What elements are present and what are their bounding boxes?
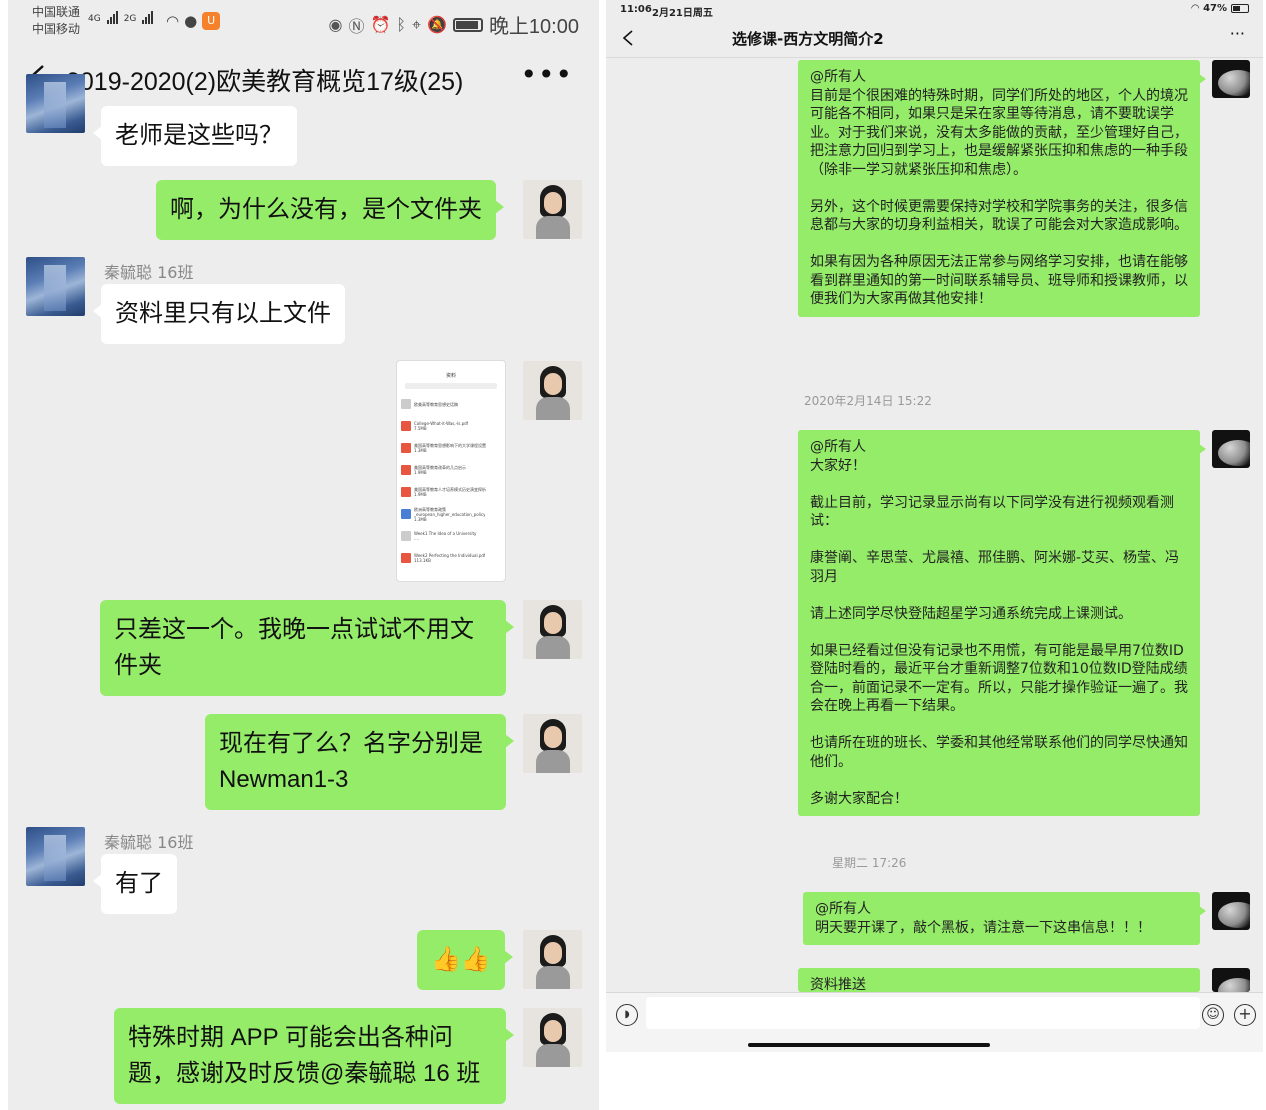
battery-icon <box>1231 4 1249 13</box>
net-type-1: 4G <box>88 14 101 24</box>
avatar[interactable] <box>26 257 85 316</box>
signal-icon: 4G 2G <box>88 10 154 24</box>
location-icon: ⌖ <box>412 14 422 34</box>
wifi-icon: ◠ <box>1191 3 1200 14</box>
composite-screenshot: 中国联通 中国移动 4G 2G ◠ ● U ◉ Ⓝ ⏰ ᛒ ⌖ 🔕 晚上10:0… <box>0 0 1266 1110</box>
avatar[interactable] <box>523 180 582 239</box>
carrier-labels: 中国联通 中国移动 <box>32 4 80 38</box>
carrier-1: 中国联通 <box>32 5 81 19</box>
avatar[interactable] <box>523 600 582 659</box>
file-row: College-What-it-Was,-Is.pdf 7.5MB <box>401 419 501 433</box>
uc-browser-icon: U <box>202 12 221 30</box>
message-input[interactable] <box>646 997 1200 1029</box>
battery-icon <box>452 17 483 32</box>
search-bar <box>405 383 497 389</box>
outgoing-message-bubble[interactable]: 现在有了么？名字分别是Newman1-3 <box>205 714 514 810</box>
outgoing-message-bubble[interactable]: 啊，为什么没有，是个文件夹 <box>156 180 504 240</box>
chat-header: 选修课-西方文明简介2 ··· <box>606 20 1263 58</box>
file-row: 美国高等教育人才培养模式历史演变探析 1.9MB <box>401 485 501 499</box>
more-options-icon[interactable]: ··· <box>1230 24 1245 43</box>
outgoing-message-bubble[interactable]: @所有人 大家好！ 截止目前，学习记录显示尚有以下同学没有进行视频观看测试： 康… <box>798 430 1206 816</box>
timestamp: 2020年2月14日 15:22 <box>804 394 932 408</box>
status-bar: 中国联通 中国移动 4G 2G ◠ ● U ◉ Ⓝ ⏰ ᛒ ⌖ 🔕 晚上10:0… <box>8 0 599 44</box>
avatar[interactable] <box>523 1008 582 1067</box>
sender-name: 秦毓聪 16班 <box>104 833 194 852</box>
chat-title: 选修课-西方文明简介2 <box>732 30 884 48</box>
eye-icon: ◉ <box>328 15 343 34</box>
plus-icon[interactable]: + <box>1234 1004 1256 1026</box>
status-date: 2月21日周五 <box>652 8 713 19</box>
avatar[interactable] <box>1212 60 1250 98</box>
avatar[interactable] <box>1212 430 1250 468</box>
file-row: 美国高等教育改革的几点启示 1.9MB <box>401 463 501 477</box>
wechat-icon: ● <box>184 12 198 30</box>
avatar[interactable] <box>1212 892 1250 930</box>
incoming-message-bubble[interactable]: 老师是这些吗？ <box>93 106 297 166</box>
sender-name: 秦毓聪 16班 <box>104 263 194 282</box>
avatar[interactable] <box>26 827 85 886</box>
back-arrow-icon[interactable] <box>622 30 634 46</box>
battery-percent: 47% <box>1203 3 1227 14</box>
outgoing-message-bubble[interactable]: 资料推送 <box>798 968 1200 992</box>
alarm-icon: ⏰ <box>370 15 391 34</box>
avatar[interactable] <box>1212 968 1250 992</box>
message-list[interactable]: 老师是这些吗？ 啊，为什么没有，是个文件夹 秦毓聪 16班 资料里只有以上文件 … <box>8 74 599 1110</box>
file-row: Week2 Perfecting the Individual.pdf 113.1… <box>401 551 501 565</box>
bluetooth-icon: ᛒ <box>396 15 406 34</box>
outgoing-message-bubble[interactable]: 只差这一个。我晚一点试试不用文件夹 <box>100 600 514 696</box>
net-type-2: 2G <box>123 14 137 24</box>
status-bar: 11:06 2月21日周五 ◠ 47% <box>606 0 1263 20</box>
left-phone-chat: 中国联通 中国移动 4G 2G ◠ ● U ◉ Ⓝ ⏰ ᛒ ⌖ 🔕 晚上10:0… <box>8 0 599 1110</box>
nfc-icon: Ⓝ <box>348 16 365 36</box>
file-row: 欧美高等教育思想史话稿 <box>401 397 501 411</box>
emoji-icon[interactable]: ☺ <box>1202 1004 1224 1026</box>
avatar[interactable] <box>523 930 582 989</box>
wifi-icon: ◠ <box>166 12 180 30</box>
timestamp: 星期二 17:26 <box>832 856 907 870</box>
thumbs-up-emoji-bubble[interactable]: 👍👍 <box>417 930 513 990</box>
status-time: 晚上10:00 <box>488 16 579 38</box>
input-bar: ◗ ☺ + <box>606 992 1263 1052</box>
file-row: 欧洲高等教育政策 _european_higher_education_polic… <box>401 507 501 522</box>
outgoing-message-bubble[interactable]: @所有人 目前是个很困难的特殊时期，同学们所处的地区，个人的境况可能各不相同，如… <box>798 60 1206 317</box>
chat-title: 2019-2020(2)欧美教育概览17级(25) <box>66 68 464 96</box>
status-time: 11:06 <box>620 4 652 15</box>
avatar[interactable] <box>523 714 582 773</box>
file-row: Week1 The Idea of a University.... <box>401 529 501 543</box>
incoming-message-bubble[interactable]: 有了 <box>93 854 177 914</box>
mute-icon: 🔕 <box>427 15 447 34</box>
outgoing-message-bubble[interactable]: 特殊时期 APP 可能会出各种问题，感谢及时反馈@秦毓聪 16 班 <box>114 1008 514 1104</box>
more-options-icon[interactable]: ••• <box>520 58 573 91</box>
image-message[interactable]: 资料 欧美高等教育思想史话稿 College-What-it-Was,-Is.p… <box>396 360 506 582</box>
outgoing-message-bubble[interactable]: @所有人 明天要开课了，敲个黑板，请注意一下这串信息！！！ <box>803 892 1206 945</box>
avatar[interactable] <box>523 361 582 420</box>
incoming-message-bubble[interactable]: 资料里只有以上文件 <box>93 284 345 344</box>
home-indicator <box>748 1043 990 1047</box>
file-row: 美国高等教育思想影响下的大学课程设置 1.3MB <box>401 441 501 455</box>
avatar[interactable] <box>26 74 85 133</box>
carrier-2: 中国移动 <box>32 22 81 36</box>
screenshot-title: 资料 <box>445 373 456 379</box>
chat-header: 2019-2020(2)欧美教育概览17级(25) ••• <box>8 44 599 110</box>
voice-input-icon[interactable]: ◗ <box>616 1004 638 1026</box>
right-tablet-chat: 11:06 2月21日周五 ◠ 47% 选修课-西方文明简介2 ··· @所有人… <box>606 0 1263 1052</box>
